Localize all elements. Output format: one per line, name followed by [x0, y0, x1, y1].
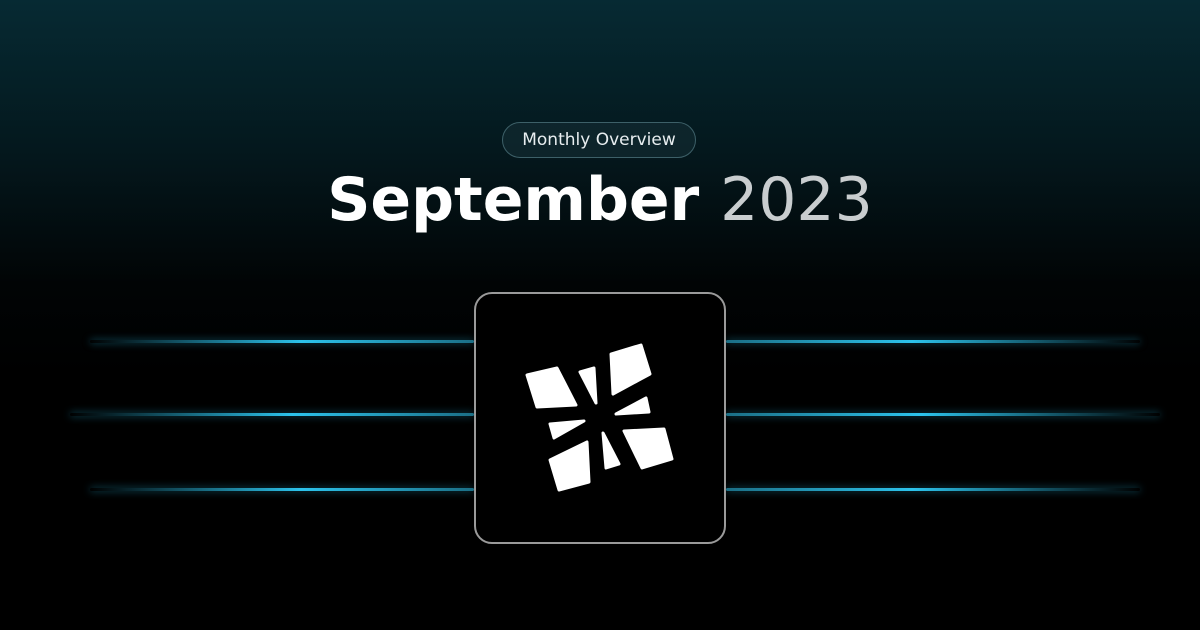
- accent-line: [726, 340, 1140, 343]
- title-year: 2023: [720, 165, 873, 235]
- logo-container: [474, 292, 726, 544]
- accent-line: [726, 488, 1140, 491]
- accent-line: [90, 488, 474, 491]
- accent-line: [90, 340, 474, 343]
- page-title: September 2023: [0, 164, 1200, 236]
- accent-line: [70, 413, 474, 416]
- abstract-shards-logo-icon: [525, 343, 674, 492]
- title-month: September: [327, 165, 700, 235]
- monthly-overview-badge: Monthly Overview: [502, 122, 696, 158]
- accent-line: [726, 413, 1160, 416]
